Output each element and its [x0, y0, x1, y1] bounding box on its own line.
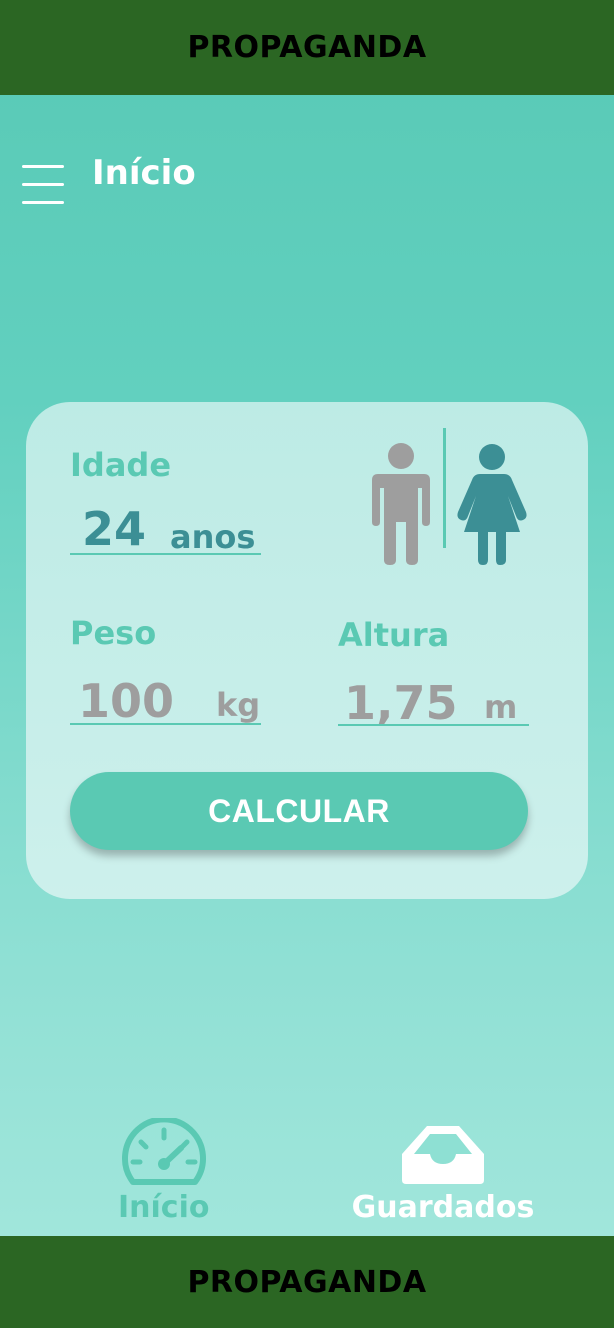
- male-icon[interactable]: [370, 442, 432, 566]
- nav-label-inicio: Início: [118, 1190, 210, 1225]
- age-field-underline: [70, 553, 261, 555]
- weight-label: Peso: [70, 614, 157, 652]
- bottom-ad-text: PROPAGANDA: [187, 1264, 427, 1300]
- height-unit: m: [484, 688, 518, 726]
- gender-divider: [443, 428, 446, 548]
- weight-value[interactable]: 100: [78, 674, 174, 728]
- nav-item-guardados[interactable]: Guardados: [348, 1118, 538, 1225]
- app-header: Início: [22, 140, 196, 206]
- height-label: Altura: [338, 616, 450, 654]
- weight-unit: kg: [216, 686, 261, 724]
- female-icon[interactable]: [456, 442, 528, 566]
- age-label: Idade: [70, 446, 172, 484]
- page-title: Início: [92, 153, 196, 193]
- nav-item-inicio[interactable]: Início: [118, 1118, 209, 1225]
- top-ad-banner[interactable]: PROPAGANDA: [0, 0, 614, 95]
- bottom-ad-banner[interactable]: PROPAGANDA: [0, 1236, 614, 1328]
- hamburger-menu-icon[interactable]: [22, 153, 64, 204]
- height-field-underline: [338, 724, 529, 726]
- inbox-tray-icon: [402, 1126, 484, 1184]
- top-ad-text: PROPAGANDA: [187, 30, 427, 65]
- nav-label-guardados: Guardados: [351, 1190, 535, 1225]
- weight-field-underline: [70, 723, 261, 725]
- height-value[interactable]: 1,75: [344, 676, 458, 730]
- age-unit: anos: [170, 518, 256, 556]
- speedometer-icon: [121, 1118, 206, 1185]
- calculate-button[interactable]: CALCULAR: [70, 772, 528, 850]
- age-value[interactable]: 24: [82, 502, 146, 556]
